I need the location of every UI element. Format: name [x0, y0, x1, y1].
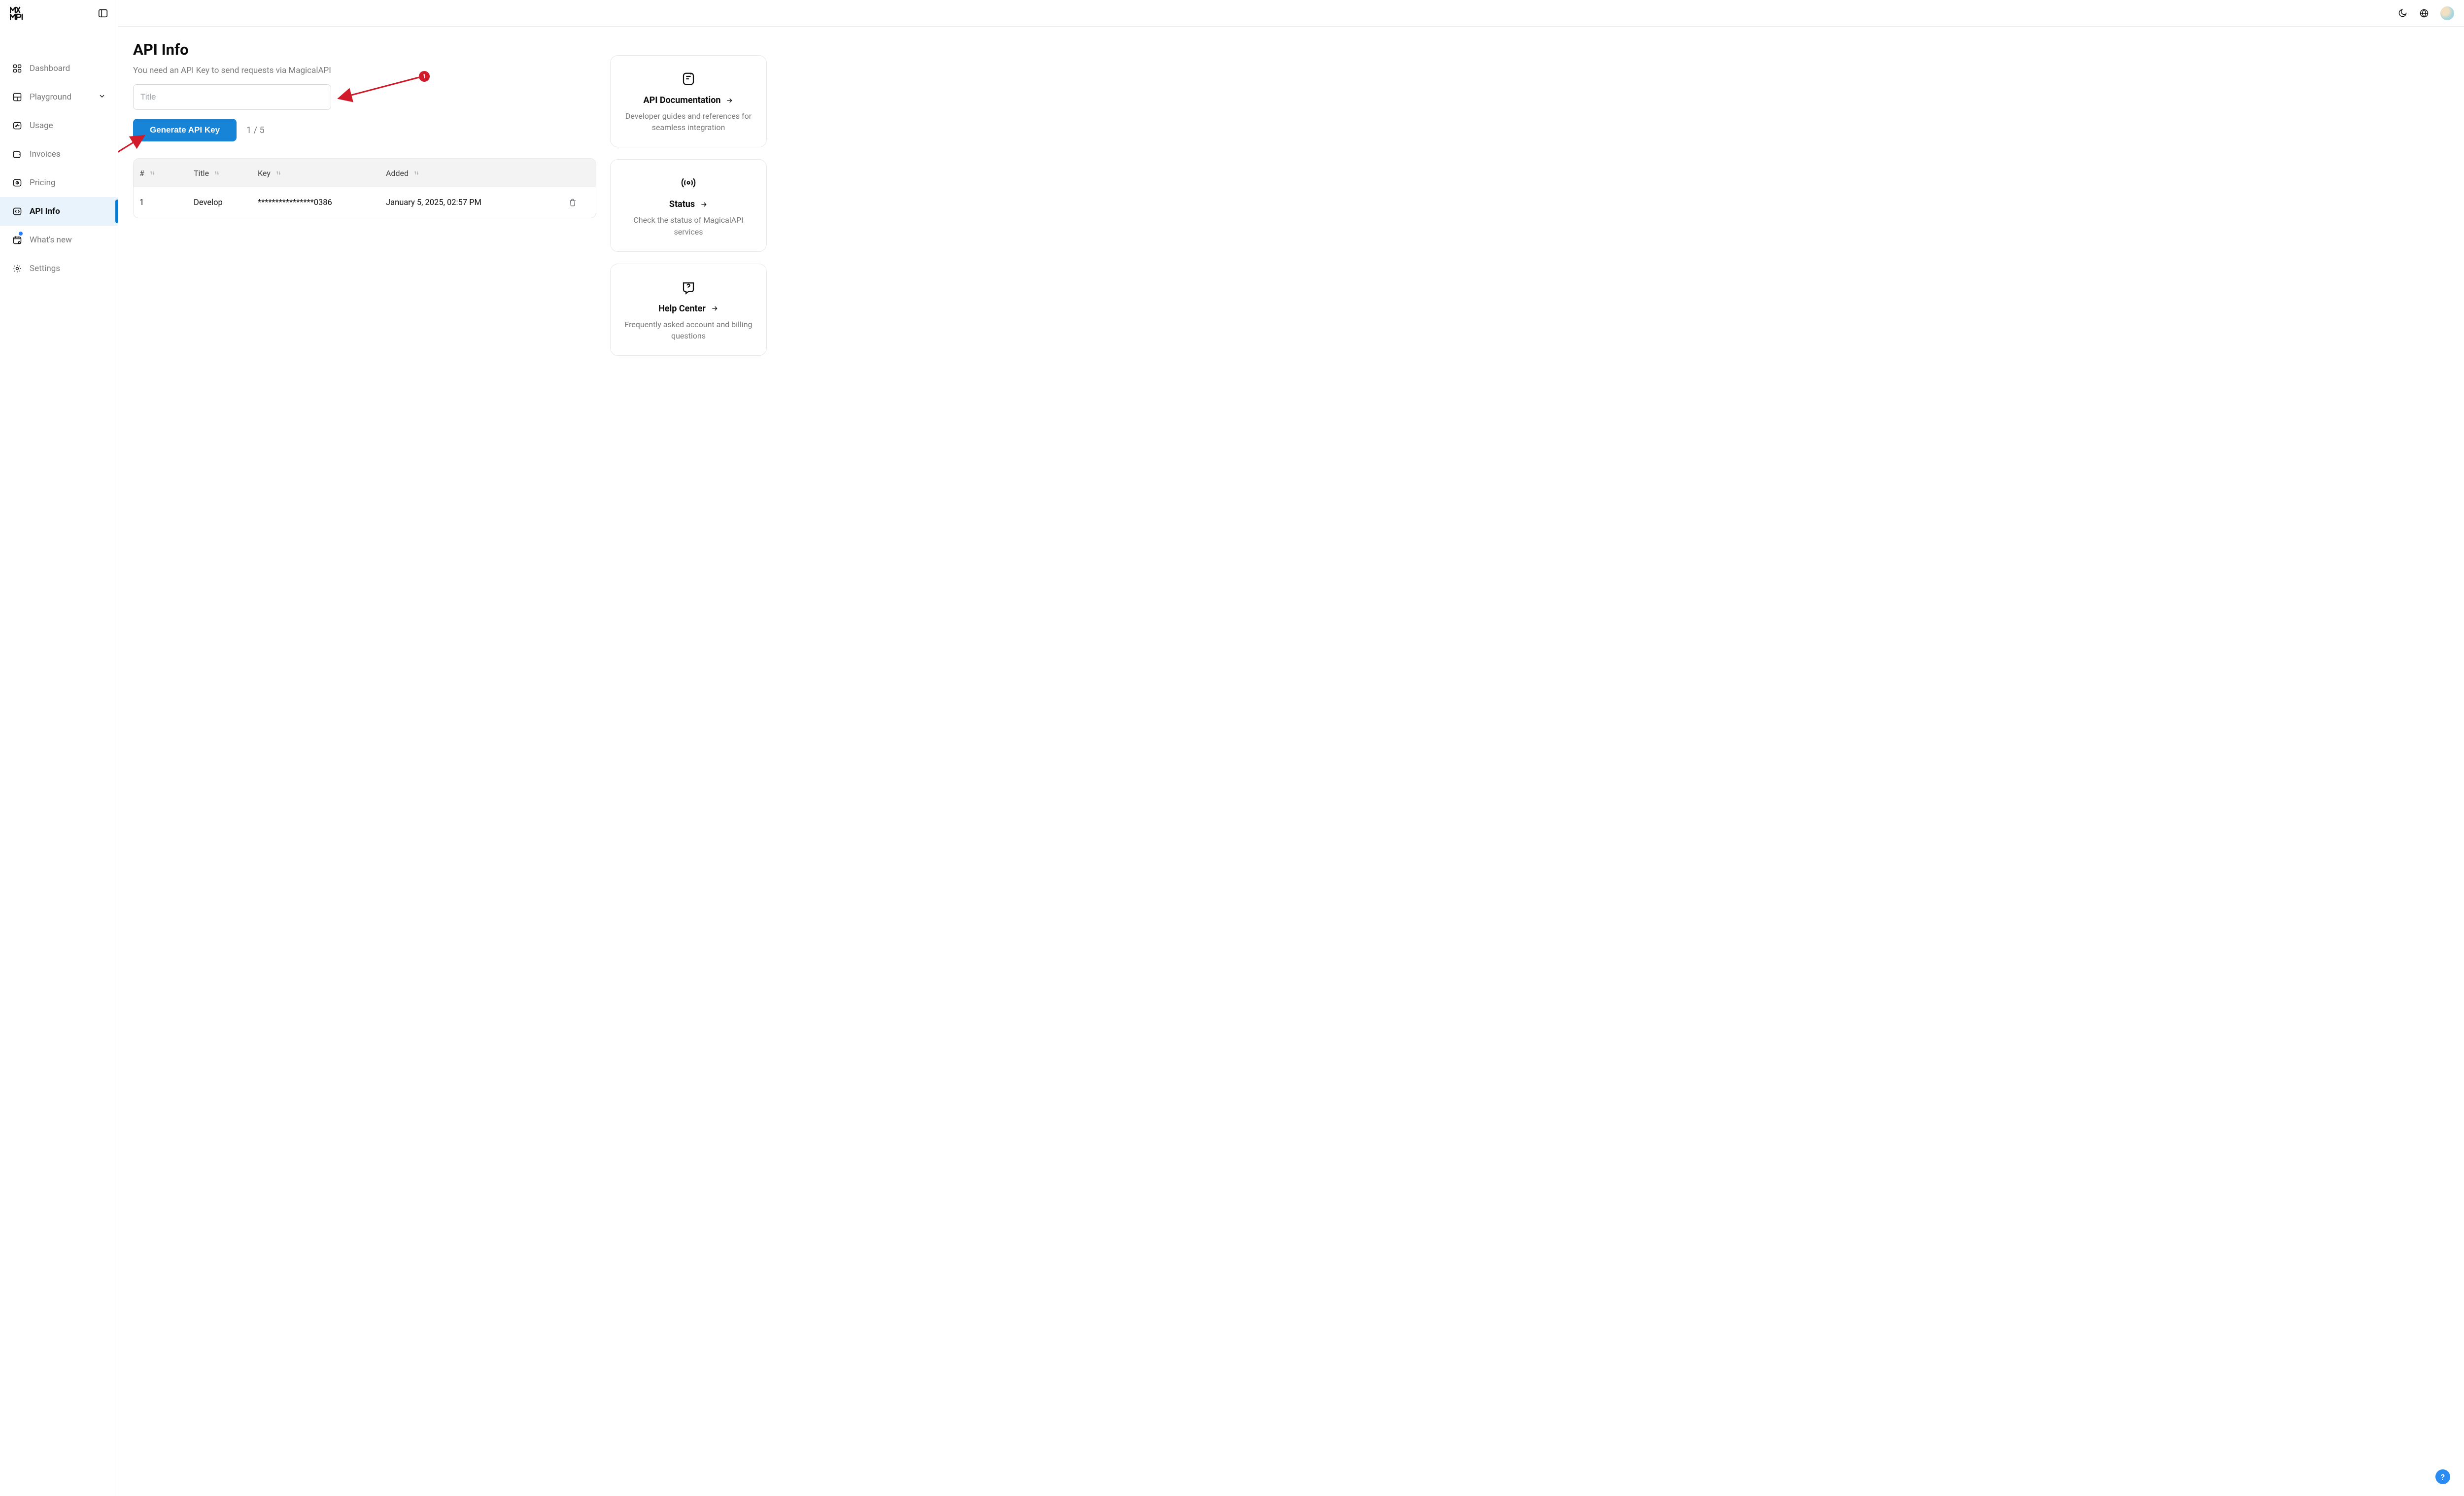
- th-index[interactable]: #: [139, 169, 194, 178]
- topbar: [118, 0, 2464, 27]
- sidebar-item-label: Dashboard: [30, 64, 70, 73]
- right-column: API Documentation Developer guides and r…: [610, 40, 767, 1482]
- card-desc: Developer guides and references for seam…: [622, 110, 754, 133]
- sort-icon: [413, 170, 419, 176]
- cell-added: January 5, 2025, 02:57 PM: [386, 198, 555, 207]
- sidebar-item-label: Usage: [30, 121, 53, 131]
- api-key-title-input[interactable]: [133, 84, 331, 110]
- gear-icon: [12, 263, 23, 274]
- arrow-right-icon: [725, 97, 733, 104]
- card-api-docs[interactable]: API Documentation Developer guides and r…: [610, 55, 767, 147]
- card-title: Status: [669, 199, 708, 209]
- help-fab-button[interactable]: ?: [2435, 1469, 2450, 1484]
- grid-icon: [12, 63, 23, 74]
- card-status[interactable]: Status Check the status of MagicalAPI se…: [610, 159, 767, 251]
- cell-index: 1: [139, 198, 194, 207]
- th-title[interactable]: Title: [194, 169, 258, 178]
- dollar-icon: [12, 177, 23, 188]
- calendar-star-icon: [12, 235, 23, 245]
- broadcast-icon: [622, 175, 754, 190]
- card-title: Help Center: [658, 304, 719, 314]
- card-title: API Documentation: [644, 95, 734, 105]
- sidebar-item-dashboard[interactable]: Dashboard: [0, 54, 118, 83]
- sidebar-item-whats-new[interactable]: What's new: [0, 226, 118, 254]
- sidebar-item-label: Playground: [30, 92, 71, 102]
- main: API Info You need an API Key to send req…: [118, 0, 2464, 1496]
- sidebar-item-pricing[interactable]: Pricing: [0, 169, 118, 197]
- sidebar-top: [0, 0, 118, 27]
- generate-row: Generate API Key 1 / 5: [133, 119, 596, 141]
- sidebar-item-invoices[interactable]: Invoices: [0, 140, 118, 169]
- annotation-badge-1: 1: [419, 71, 430, 82]
- layout-icon: [12, 92, 23, 102]
- notification-dot: [19, 232, 23, 236]
- sidebar-item-playground[interactable]: Playground: [0, 83, 118, 111]
- th-index-label: #: [139, 169, 144, 178]
- sort-icon: [275, 170, 281, 176]
- chevron-down-icon: [98, 92, 106, 102]
- card-desc: Frequently asked account and billing que…: [622, 319, 754, 341]
- help-icon: [622, 280, 754, 295]
- center-column: API Info You need an API Key to send req…: [133, 40, 596, 1482]
- sort-icon: [214, 170, 220, 176]
- sidebar: Dashboard Playground Usage: [0, 0, 118, 1496]
- api-key-counter: 1 / 5: [246, 125, 265, 136]
- manual-icon: [622, 71, 754, 86]
- theme-toggle-icon[interactable]: [2397, 8, 2408, 19]
- cell-key: ****************0386: [258, 198, 386, 207]
- sidebar-item-label: Invoices: [30, 149, 61, 159]
- page-subtitle: You need an API Key to send requests via…: [133, 66, 596, 75]
- sidebar-item-label: What's new: [30, 235, 72, 245]
- th-added[interactable]: Added: [386, 169, 555, 178]
- sidebar-item-usage[interactable]: Usage: [0, 111, 118, 140]
- panel-toggle-icon[interactable]: [97, 7, 109, 19]
- nav: Dashboard Playground Usage: [0, 27, 118, 283]
- sidebar-item-label: Pricing: [30, 178, 56, 188]
- sidebar-item-label: Settings: [30, 264, 60, 273]
- th-key[interactable]: Key: [258, 169, 386, 178]
- avatar[interactable]: [2440, 6, 2454, 20]
- sidebar-item-label: API Info: [30, 206, 60, 216]
- arrow-right-icon: [700, 201, 708, 208]
- sort-icon: [149, 170, 155, 176]
- sidebar-item-api-info[interactable]: API Info: [0, 197, 118, 226]
- wallet-icon: [12, 149, 23, 160]
- th-key-label: Key: [258, 169, 271, 178]
- th-added-label: Added: [386, 169, 409, 178]
- th-title-label: Title: [194, 169, 209, 178]
- arrow-right-icon: [711, 305, 719, 312]
- generate-api-key-button[interactable]: Generate API Key: [133, 119, 237, 141]
- language-icon[interactable]: [2419, 8, 2430, 19]
- page-title: API Info: [133, 40, 596, 59]
- activity-icon: [12, 120, 23, 131]
- table-row: 1 Develop ****************0386 January 5…: [134, 187, 596, 218]
- sidebar-item-settings[interactable]: Settings: [0, 254, 118, 283]
- delete-api-key-button[interactable]: [566, 196, 579, 209]
- card-help-center[interactable]: Help Center Frequently asked account and…: [610, 264, 767, 356]
- api-keys-table: # Title Key Added: [133, 158, 596, 218]
- card-desc: Check the status of MagicalAPI services: [622, 214, 754, 237]
- table-header: # Title Key Added: [134, 159, 596, 187]
- logo[interactable]: [10, 6, 27, 20]
- code-icon: [12, 206, 23, 217]
- annotation-overlay: [133, 40, 596, 1482]
- cell-title: Develop: [194, 198, 258, 207]
- content: API Info You need an API Key to send req…: [118, 27, 2464, 1496]
